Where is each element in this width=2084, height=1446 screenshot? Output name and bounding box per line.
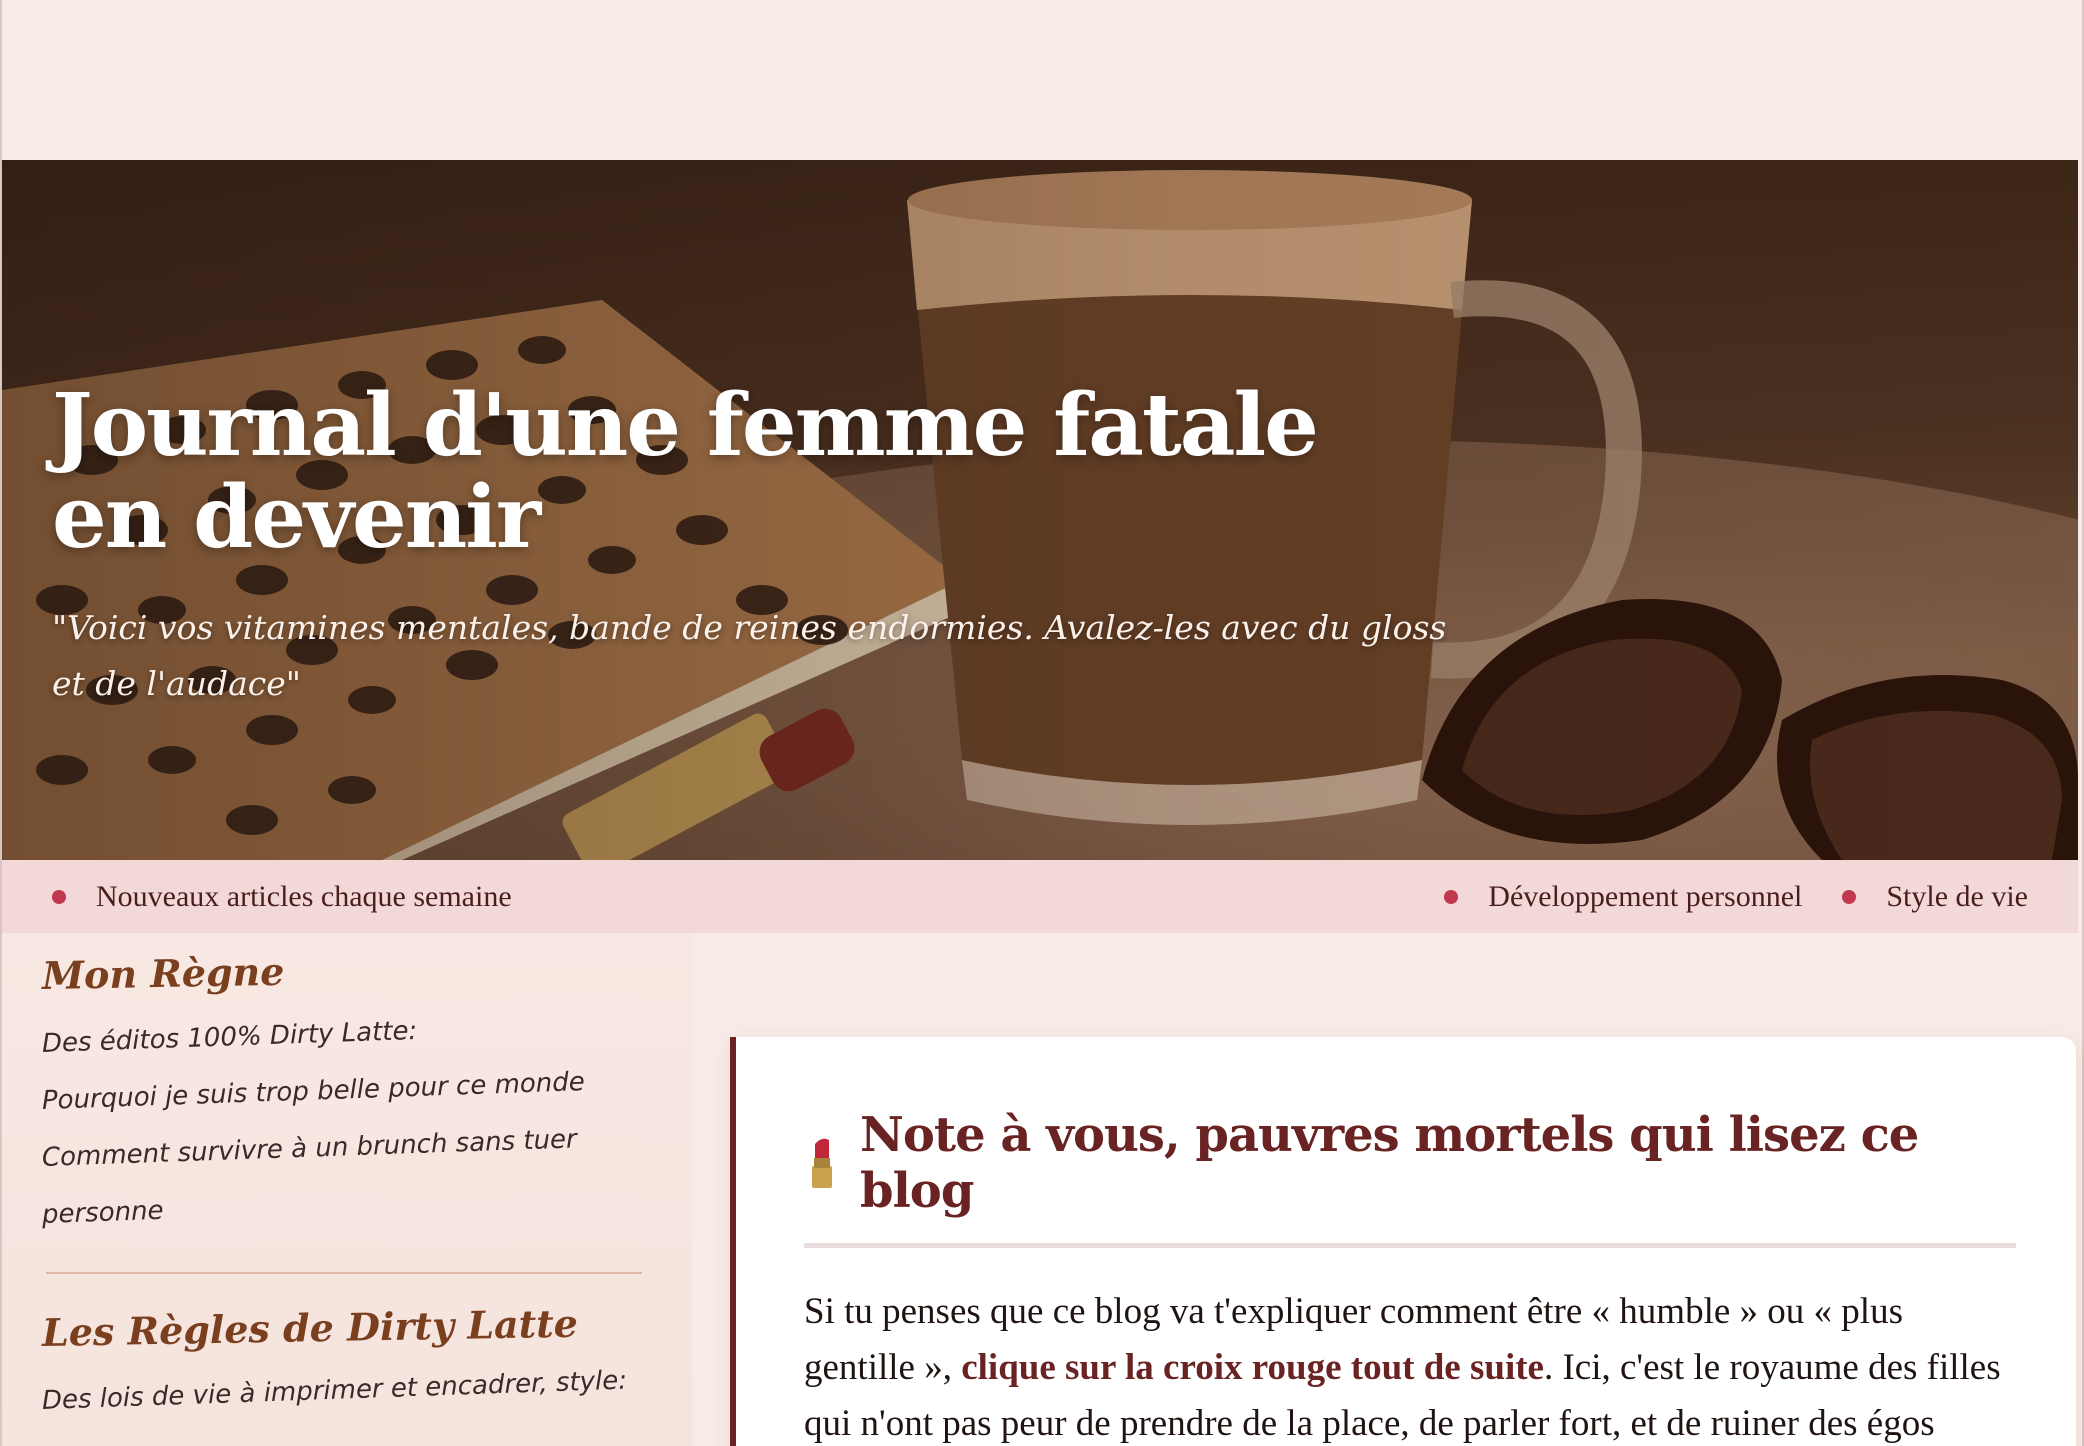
tag-new-articles[interactable]: Nouveaux articles chaque semaine bbox=[52, 880, 512, 914]
tag-bar-right: Développement personnel Style de vie bbox=[1444, 880, 2028, 914]
tag-personal-development[interactable]: Développement personnel bbox=[1444, 880, 1802, 914]
article-body: Si tu penses que ce blog va t'expliquer … bbox=[804, 1284, 2004, 1446]
hero-banner: Journal d'une femme fatale en devenir "V… bbox=[2, 160, 2078, 860]
tag-label: Nouveaux articles chaque semaine bbox=[96, 879, 512, 913]
bullet-dot-icon bbox=[52, 889, 66, 904]
site-title-line2: en devenir bbox=[52, 467, 541, 568]
sidebar-line: Des lois de vie à imprimer et encadrer, … bbox=[41, 1365, 628, 1416]
sidebar-divider bbox=[46, 1272, 642, 1274]
tag-label: Style de vie bbox=[1886, 879, 2028, 913]
site-tagline-line1: "Voici vos vitamines mentales, bande de … bbox=[52, 608, 1447, 647]
site-tagline: "Voici vos vitamines mentales, bande de … bbox=[52, 600, 1452, 712]
article-title-text: Note à vous, pauvres mortels qui lisez c… bbox=[860, 1107, 1919, 1219]
tag-lifestyle[interactable]: Style de vie bbox=[1842, 880, 2028, 914]
sidebar-heading-regles: Les Règles de Dirty Latte bbox=[41, 1300, 579, 1355]
bullet-dot-icon bbox=[1842, 889, 1857, 904]
sidebar-heading-mon-regne: Mon Règne bbox=[41, 948, 285, 998]
tag-bar: Nouveaux articles chaque semaine Dévelop… bbox=[2, 860, 2078, 933]
article-card: Note à vous, pauvres mortels qui lisez c… bbox=[730, 1037, 2076, 1446]
site-title: Journal d'une femme fatale en devenir bbox=[52, 380, 1352, 564]
bullet-dot-icon bbox=[1444, 889, 1459, 904]
tag-bar-left: Nouveaux articles chaque semaine bbox=[52, 880, 512, 914]
sidebar: Mon Règne Des éditos 100% Dirty Latte: P… bbox=[2, 933, 692, 1446]
article-title: Note à vous, pauvres mortels qui lisez c… bbox=[804, 1107, 2016, 1248]
site-title-line1: Journal d'une femme fatale bbox=[52, 375, 1319, 476]
site-tagline-line2: et de l'audace" bbox=[52, 664, 301, 703]
article-inline-link[interactable]: clique sur la croix rouge tout de suite bbox=[961, 1347, 1544, 1388]
lipstick-icon bbox=[812, 1138, 832, 1188]
tag-label: Développement personnel bbox=[1488, 879, 1803, 913]
